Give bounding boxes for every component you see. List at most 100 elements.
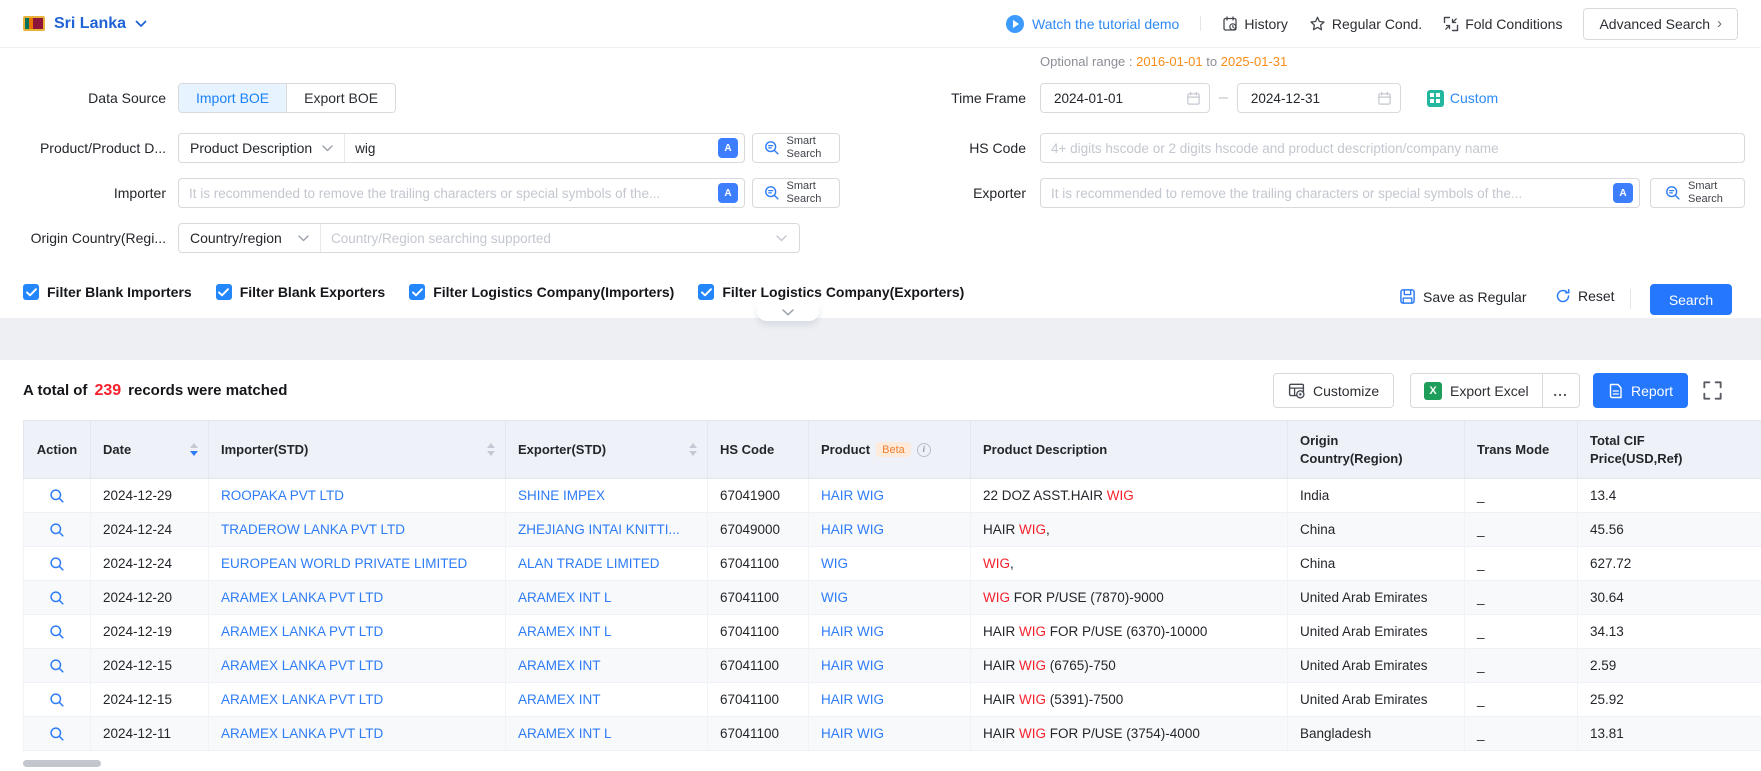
importer-link[interactable]: TRADEROW LANKA PVT LTD (221, 522, 405, 537)
reset-button[interactable]: Reset (1555, 288, 1615, 304)
customize-button[interactable]: Customize (1273, 373, 1394, 408)
view-detail-icon[interactable] (49, 624, 65, 640)
importer-link[interactable]: ARAMEX LANKA PVT LTD (221, 590, 383, 605)
info-icon[interactable]: i (917, 443, 931, 457)
product-link[interactable]: HAIR WIG (821, 488, 884, 503)
fold-icon (1443, 16, 1459, 32)
history-button[interactable]: History (1222, 16, 1288, 32)
view-detail-icon[interactable] (49, 590, 65, 606)
tab-import-boe[interactable]: Import BOE (179, 84, 286, 112)
translate-icon[interactable]: A (1613, 183, 1633, 203)
importer-link[interactable]: ARAMEX LANKA PVT LTD (221, 726, 383, 741)
product-search-input[interactable] (345, 141, 718, 156)
exporter-link[interactable]: ARAMEX INT (518, 692, 601, 707)
exporter-link[interactable]: ZHEJIANG INTAI KNITTI... (518, 522, 680, 537)
col-trans-mode: Trans Mode (1465, 421, 1578, 479)
translate-icon[interactable]: A (718, 183, 738, 203)
importer-link[interactable]: ROOPAKA PVT LTD (221, 488, 344, 503)
exporter-input[interactable] (1041, 186, 1613, 201)
product-link[interactable]: HAIR WIG (821, 692, 884, 707)
importer-link[interactable]: EUROPEAN WORLD PRIVATE LIMITED (221, 556, 467, 571)
custom-range-link[interactable]: Custom (1427, 90, 1498, 107)
exporter-link[interactable]: ARAMEX INT L (518, 726, 612, 741)
date-start-field[interactable] (1040, 83, 1210, 113)
product-link[interactable]: WIG (821, 556, 848, 571)
tab-export-boe[interactable]: Export BOE (286, 84, 395, 112)
importer-field: A (178, 178, 745, 208)
report-button[interactable]: Report (1593, 373, 1688, 408)
origin-country-input[interactable] (321, 231, 776, 246)
export-more-button[interactable]: ... (1542, 374, 1579, 407)
view-detail-icon[interactable] (49, 658, 65, 674)
export-excel-button[interactable]: X Export Excel (1411, 374, 1542, 407)
checkbox-checked-icon[interactable] (698, 284, 714, 300)
date-end-input[interactable] (1249, 90, 1377, 107)
filter-checkbox-item[interactable]: Filter Logistics Company(Exporters) (698, 284, 964, 300)
exporter-link[interactable]: ARAMEX INT L (518, 624, 612, 639)
filter-checkbox-item[interactable]: Filter Logistics Company(Importers) (409, 284, 674, 300)
origin-type-select[interactable]: Country/region (179, 224, 321, 252)
product-link[interactable]: HAIR WIG (821, 624, 884, 639)
hs-code-input[interactable] (1041, 141, 1744, 156)
beta-badge: Beta (876, 442, 911, 457)
filter-checkbox-label: Filter Logistics Company(Exporters) (722, 284, 964, 300)
filter-checkbox-item[interactable]: Filter Blank Exporters (216, 284, 386, 300)
product-link[interactable]: HAIR WIG (821, 522, 884, 537)
importer-link[interactable]: ARAMEX LANKA PVT LTD (221, 658, 383, 673)
exporter-smart-search-button[interactable]: Smart Search (1650, 178, 1745, 208)
advanced-search-button[interactable]: Advanced Search › (1583, 8, 1738, 40)
exporter-link[interactable]: SHINE IMPEX (518, 488, 605, 503)
product-link[interactable]: HAIR WIG (821, 658, 884, 673)
optional-range: Optional range : 2016-01-01 to 2025-01-3… (1040, 54, 1287, 69)
sort-icons[interactable] (487, 443, 497, 456)
exporter-link[interactable]: ARAMEX INT L (518, 590, 612, 605)
view-detail-icon[interactable] (49, 556, 65, 572)
collapse-panel-tab[interactable] (757, 304, 819, 321)
importer-smart-search-button[interactable]: Smart Search (752, 178, 840, 208)
fullscreen-icon[interactable] (1702, 380, 1723, 401)
product-field-select[interactable]: Product Description (179, 134, 345, 162)
report-label: Report (1631, 383, 1673, 399)
product-smart-search-button[interactable]: Smart Search (752, 133, 840, 163)
col-exporter[interactable]: Exporter(STD) (506, 421, 708, 479)
horizontal-scrollbar[interactable] (23, 760, 101, 767)
search-button[interactable]: Search (1650, 284, 1732, 315)
translate-icon[interactable]: A (718, 138, 738, 158)
checkbox-checked-icon[interactable] (216, 284, 232, 300)
cell-hs-code: 67041100 (708, 615, 809, 649)
cell-importer: ARAMEX LANKA PVT LTD (209, 717, 506, 751)
fold-conditions-button[interactable]: Fold Conditions (1443, 16, 1562, 32)
view-detail-icon[interactable] (49, 692, 65, 708)
cell-importer: ROOPAKA PVT LTD (209, 479, 506, 513)
importer-input[interactable] (179, 186, 718, 201)
col-importer[interactable]: Importer(STD) (209, 421, 506, 479)
total-count: 239 (94, 382, 121, 400)
col-date[interactable]: Date (91, 421, 209, 479)
product-link[interactable]: WIG (821, 590, 848, 605)
importer-link[interactable]: ARAMEX LANKA PVT LTD (221, 624, 383, 639)
filter-checkbox-item[interactable]: Filter Blank Importers (23, 284, 192, 300)
calendar-icon[interactable] (1186, 91, 1201, 106)
country-selector[interactable]: Sri Lanka (23, 15, 147, 33)
checkbox-checked-icon[interactable] (409, 284, 425, 300)
exporter-link[interactable]: ARAMEX INT (518, 658, 601, 673)
sort-icons[interactable] (689, 443, 699, 456)
regular-cond-button[interactable]: Regular Cond. (1309, 16, 1422, 32)
exporter-link[interactable]: ALAN TRADE LIMITED (518, 556, 660, 571)
cell-action (24, 615, 91, 649)
sort-icons[interactable] (190, 443, 200, 456)
date-start-input[interactable] (1052, 90, 1186, 107)
col-product-label: Product (821, 442, 870, 457)
view-detail-icon[interactable] (49, 726, 65, 742)
topbar-actions: Watch the tutorial demo History Regular … (1006, 8, 1738, 40)
cell-product: HAIR WIG (809, 513, 971, 547)
view-detail-icon[interactable] (49, 522, 65, 538)
product-link[interactable]: HAIR WIG (821, 726, 884, 741)
calendar-icon[interactable] (1377, 91, 1392, 106)
date-end-field[interactable] (1237, 83, 1401, 113)
checkbox-checked-icon[interactable] (23, 284, 39, 300)
watch-tutorial-link[interactable]: Watch the tutorial demo (1006, 15, 1179, 33)
importer-link[interactable]: ARAMEX LANKA PVT LTD (221, 692, 383, 707)
view-detail-icon[interactable] (49, 488, 65, 504)
save-as-regular-button[interactable]: Save as Regular (1399, 288, 1527, 305)
